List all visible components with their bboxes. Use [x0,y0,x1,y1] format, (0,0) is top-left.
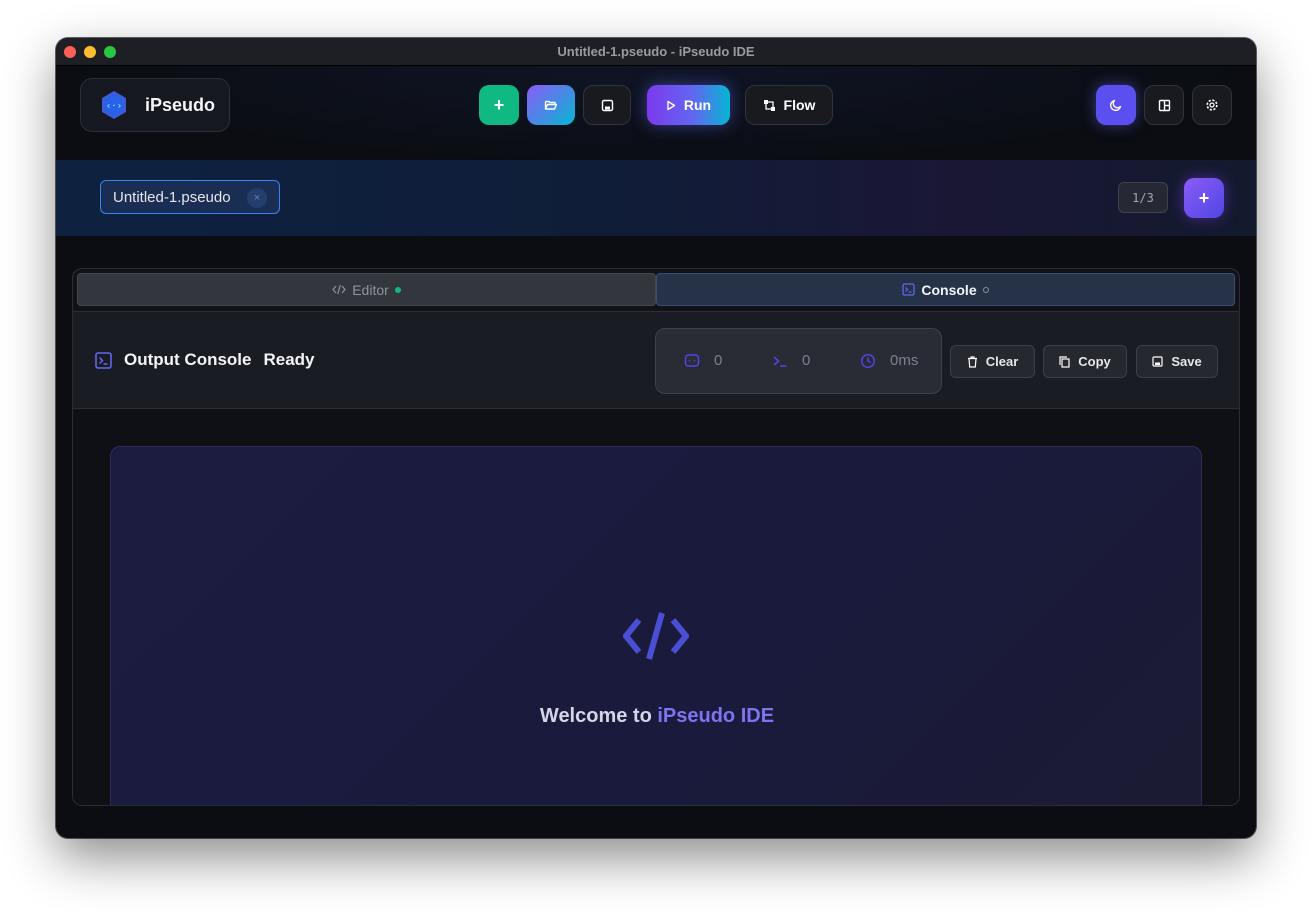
editor-status-dot [394,286,401,293]
tab-count-badge: 1/3 [1118,182,1168,213]
title-bar: Untitled-1.pseudo - iPseudo IDE [56,38,1256,66]
app-window: Untitled-1.pseudo - iPseudo IDE ‹·› iPse… [56,38,1256,838]
clock-icon [860,353,876,368]
stat-time: 0ms [860,352,918,369]
tab-editor[interactable]: Editor [77,273,656,306]
copy-label: Copy [1078,354,1111,369]
minimize-window-button[interactable] [84,46,96,58]
gear-icon [1206,99,1218,111]
moon-icon [1109,99,1122,112]
welcome-card: Welcome to iPseudo IDE [110,446,1203,805]
welcome-accent: iPseudo IDE [657,705,775,727]
stat-commands: 0 [772,352,810,369]
stat-commands-value: 0 [802,352,811,369]
plus-icon: + [493,94,505,115]
console-status: Ready [263,350,315,369]
folder-open-icon [544,100,558,110]
prompt-icon [773,355,787,367]
run-button[interactable]: Run [647,85,730,125]
tab-console[interactable]: Console [656,273,1235,306]
stat-lines-value: 0 [714,352,723,369]
file-tabs-bar: Untitled-1.pseudo × 1/3 + [56,160,1256,236]
file-tab-label: Untitled-1.pseudo [113,188,231,206]
console-stats: 0 0 0ms [655,328,942,394]
view-tabs: Editor Console [77,273,1235,306]
hexagon-logo-icon: ‹·› [102,91,126,119]
file-tab[interactable]: Untitled-1.pseudo × [100,180,280,214]
settings-button[interactable] [1192,85,1232,125]
layout-icon [1158,99,1170,111]
welcome-message: Welcome to iPseudo IDE [111,705,1203,728]
clear-button[interactable]: Clear [950,345,1035,378]
close-window-button[interactable] [64,46,76,58]
run-label: Run [683,97,712,113]
code-brackets-icon [623,612,689,660]
console-output: Welcome to iPseudo IDE [73,410,1239,805]
trash-icon [967,355,977,368]
layout-toggle-button[interactable] [1144,85,1184,125]
terminal-icon [95,351,112,369]
welcome-prefix: Welcome to [539,705,658,727]
open-file-button[interactable] [527,85,575,125]
top-toolbar: ‹·› iPseudo + Run Flow [56,66,1256,166]
tab-console-label: Console [921,281,977,298]
add-tab-button[interactable]: + [1184,178,1224,218]
theme-toggle-button[interactable] [1096,85,1136,125]
new-file-button[interactable]: + [479,85,519,125]
flow-label: Flow [783,97,816,113]
tab-editor-label: Editor [352,281,389,298]
copy-icon [1059,355,1070,368]
save-file-button[interactable] [583,85,631,125]
brand-logo[interactable]: ‹·› iPseudo [80,78,230,132]
code-icon [332,284,346,295]
save-icon [601,99,613,111]
console-title: Output Console [124,350,252,369]
flowchart-button[interactable]: Flow [745,85,833,125]
save-output-label: Save [1171,354,1202,369]
stat-lines: 0 [684,352,722,369]
flow-icon [763,99,775,111]
close-tab-icon[interactable]: × [247,188,267,208]
clear-label: Clear [985,354,1019,369]
svg-text:‹·›: ‹·› [106,102,122,112]
save-output-button[interactable]: Save [1136,345,1218,378]
console-header: Output Console Ready 0 0 0ms Clear Copy … [73,311,1239,409]
copy-button[interactable]: Copy [1043,345,1127,378]
play-icon [667,100,676,110]
brand-name: iPseudo [145,94,216,115]
stat-time-value: 0ms [890,352,919,369]
save-icon [1152,356,1163,367]
main-panel: Editor Console Output Console Ready 0 0 … [72,268,1240,806]
console-title-group: Output Console Ready [95,350,315,370]
window-controls [64,46,116,58]
message-icon [684,353,700,367]
maximize-window-button[interactable] [104,46,116,58]
window-title: Untitled-1.pseudo - iPseudo IDE [557,44,755,59]
console-status-dot [982,286,989,293]
terminal-icon [902,283,916,296]
